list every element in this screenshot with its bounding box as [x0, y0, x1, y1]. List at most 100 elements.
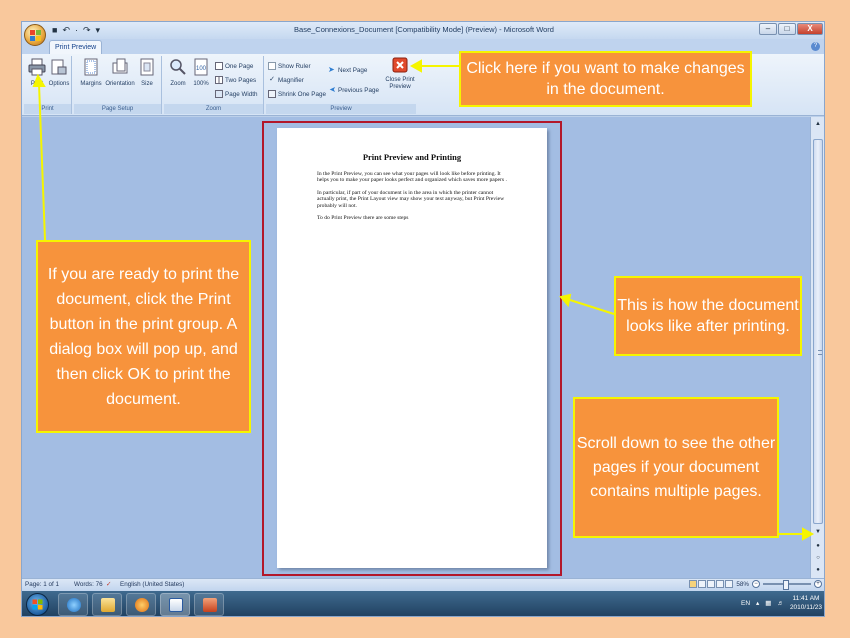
- taskbar-word[interactable]: [160, 593, 190, 616]
- volume-icon[interactable]: ♬: [777, 600, 784, 607]
- previous-page-arrow-icon: ➤: [329, 85, 336, 94]
- clock-date: 2010/11/23: [789, 604, 822, 611]
- select-browse-object-icon[interactable]: ○: [813, 553, 823, 563]
- scroll-down-icon[interactable]: ▼: [813, 527, 823, 537]
- margins-label: Margins: [80, 81, 102, 87]
- powerpoint-icon: [203, 598, 217, 612]
- two-pages-button[interactable]: Two Pages: [215, 76, 256, 84]
- zoom-level[interactable]: 58%: [736, 581, 749, 588]
- vertical-scrollbar[interactable]: ▲ ▼ ● ○ ●: [810, 117, 824, 578]
- document-paragraph: In the Print Preview, you can see what y…: [317, 171, 507, 184]
- next-page-scroll-icon[interactable]: ●: [813, 565, 823, 575]
- tab-print-preview[interactable]: Print Preview: [49, 40, 103, 54]
- office-logo-icon: [30, 30, 41, 41]
- margins-button[interactable]: Margins: [78, 58, 104, 87]
- print-button-label: Print: [30, 81, 44, 87]
- two-pages-icon: [215, 76, 223, 84]
- zoom-button[interactable]: Zoom: [167, 58, 189, 87]
- close-preview-icon: [392, 57, 408, 73]
- show-ruler-checkbox[interactable]: Show Ruler: [268, 62, 311, 70]
- next-page-arrow-icon: ➤: [328, 65, 335, 74]
- outline-view-icon[interactable]: [716, 580, 725, 588]
- windows-taskbar: EN ▴ ▦ ♬ 11:41 AM 2010/11/23: [22, 591, 824, 616]
- maximize-button[interactable]: □: [778, 23, 796, 35]
- show-ruler-label: Show Ruler: [278, 62, 311, 70]
- internet-explorer-icon: [67, 598, 81, 612]
- options-button[interactable]: Options: [48, 58, 70, 87]
- office-button[interactable]: [24, 24, 46, 46]
- minimize-button[interactable]: –: [759, 23, 777, 35]
- draft-view-icon[interactable]: [725, 580, 734, 588]
- print-group: Print Options Print: [24, 56, 72, 114]
- language-status[interactable]: English (United States): [120, 581, 184, 588]
- checkbox-icon: [268, 62, 276, 70]
- system-tray: EN ▴ ▦ ♬ 11:41 AM 2010/11/23: [741, 594, 822, 612]
- zoom-slider[interactable]: [763, 580, 811, 590]
- page-width-button[interactable]: Page Width: [215, 90, 258, 98]
- zoom-in-icon[interactable]: +: [814, 580, 822, 588]
- clock-time: 11:41 AM: [792, 595, 820, 602]
- printer-icon: [28, 58, 46, 76]
- one-page-button[interactable]: One Page: [215, 62, 253, 70]
- shrink-one-page-label: Shrink One Page: [278, 90, 326, 98]
- previous-page-scroll-icon[interactable]: ●: [813, 541, 823, 551]
- preview-group-label: Preview: [266, 104, 416, 114]
- close-button[interactable]: X: [797, 23, 823, 35]
- print-layout-view-icon[interactable]: [689, 580, 698, 588]
- clock[interactable]: 11:41 AM 2010/11/23: [790, 594, 822, 612]
- print-button[interactable]: Print: [26, 58, 48, 87]
- size-button[interactable]: Size: [136, 58, 158, 87]
- previous-page-label: Previous Page: [338, 86, 379, 94]
- page-count-status[interactable]: Page: 1 of 1: [25, 581, 59, 588]
- orientation-button[interactable]: Orientation: [104, 58, 136, 87]
- full-screen-view-icon[interactable]: [698, 580, 707, 588]
- taskbar-powerpoint[interactable]: [194, 593, 224, 616]
- document-paragraph: In particular, if part of your document …: [317, 189, 505, 209]
- checkmark-icon: ✓: [269, 76, 275, 83]
- web-layout-view-icon[interactable]: [707, 580, 716, 588]
- options-button-label: Options: [48, 81, 70, 87]
- taskbar-media-player[interactable]: [126, 593, 156, 616]
- svg-text:100: 100: [196, 66, 207, 72]
- word-count-status[interactable]: Words: 76: [74, 581, 103, 588]
- status-bar: Page: 1 of 1 Words: 76 ✓ English (United…: [22, 578, 824, 591]
- shrink-one-page-button[interactable]: Shrink One Page: [268, 90, 326, 98]
- proofing-icon[interactable]: ✓: [106, 581, 111, 588]
- media-player-icon: [135, 598, 149, 612]
- two-pages-label: Two Pages: [225, 76, 257, 84]
- magnifier-label: Magnifier: [278, 76, 304, 84]
- document-paragraph: To do Print Preview there are some steps: [317, 215, 409, 222]
- page-setup-group-label: Page Setup: [74, 104, 161, 114]
- close-print-preview-label: Close Print Preview: [385, 77, 415, 90]
- preview-group: Show Ruler ✓ Magnifier Shrink One Page ➤…: [266, 56, 416, 114]
- size-label: Size: [141, 81, 153, 87]
- scrollbar-thumb[interactable]: [813, 139, 823, 524]
- callout-preview-look: This is how the document looks like afte…: [614, 276, 802, 356]
- document-title: Print Preview and Printing: [362, 152, 462, 162]
- network-icon[interactable]: ▦: [765, 599, 771, 607]
- start-button[interactable]: [26, 593, 49, 616]
- zoom-100-label: 100%: [193, 81, 209, 87]
- magnifier-checkbox[interactable]: ✓ Magnifier: [268, 76, 304, 84]
- close-print-preview-button[interactable]: Close Print Preview: [384, 56, 416, 91]
- window-title: Base_Connexions_Document [Compatibility …: [294, 25, 554, 34]
- language-indicator[interactable]: EN: [741, 600, 750, 607]
- view-buttons: [689, 580, 734, 588]
- size-icon: [140, 58, 154, 76]
- scrollbar-grip-icon: [818, 350, 822, 355]
- next-page-button[interactable]: ➤ Next Page: [328, 66, 367, 74]
- zoom-100-button[interactable]: 100 100%: [190, 58, 212, 87]
- taskbar-explorer[interactable]: [92, 593, 122, 616]
- zoom-out-icon[interactable]: −: [752, 580, 760, 588]
- zoom-100-icon: 100: [194, 58, 208, 76]
- preview-page-highlight: Print Preview and Printing In the Print …: [262, 121, 562, 576]
- taskbar-internet-explorer[interactable]: [58, 593, 88, 616]
- previous-page-button[interactable]: ➤ Previous Page: [328, 85, 379, 94]
- window-controls: – □ X: [759, 23, 823, 35]
- word-icon: [169, 598, 183, 612]
- scroll-up-icon[interactable]: ▲: [813, 119, 823, 129]
- callout-close-preview: Click here if you want to make changes i…: [459, 51, 752, 107]
- document-page[interactable]: Print Preview and Printing In the Print …: [277, 128, 547, 568]
- show-hidden-icons-icon[interactable]: ▴: [756, 599, 759, 607]
- help-icon[interactable]: ?: [811, 42, 820, 51]
